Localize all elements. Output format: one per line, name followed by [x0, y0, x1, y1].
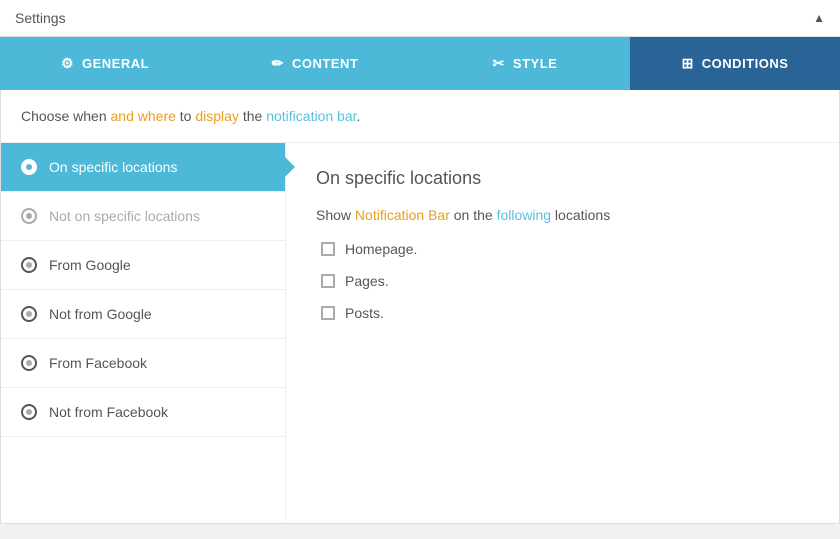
checkbox-item-pages[interactable]: Pages. — [321, 273, 809, 289]
tab-content[interactable]: ✏ CONTENT — [210, 37, 420, 90]
desc-middle: to — [176, 108, 195, 124]
checkbox-pages[interactable] — [321, 274, 335, 288]
show-following: following — [497, 207, 551, 223]
checkbox-homepage[interactable] — [321, 242, 335, 256]
desc-prefix: Choose when — [21, 108, 111, 124]
sidebar-label-from-google: From Google — [49, 257, 131, 273]
tab-style[interactable]: ✂ STYLE — [420, 37, 630, 90]
tab-content-label: CONTENT — [292, 56, 358, 71]
gear-icon: ⚙ — [61, 55, 74, 72]
desc-display: display — [195, 108, 239, 124]
radio-not-from-facebook — [21, 404, 37, 420]
sidebar: On specific locations Not on specific lo… — [1, 143, 286, 523]
sidebar-item-not-from-facebook[interactable]: Not from Facebook — [1, 388, 285, 437]
collapse-arrow[interactable]: ▲ — [813, 11, 825, 25]
scissors-icon: ✂ — [493, 55, 505, 72]
tab-style-label: STYLE — [513, 56, 557, 71]
tab-conditions-label: CONDITIONS — [702, 56, 789, 71]
sidebar-item-from-facebook[interactable]: From Facebook — [1, 339, 285, 388]
desc-period: . — [357, 108, 361, 124]
checkbox-list: Homepage. Pages. Posts. — [321, 241, 809, 321]
desc-suffix: the — [239, 108, 266, 124]
radio-from-facebook — [21, 355, 37, 371]
sidebar-label-not-from-facebook: Not from Facebook — [49, 404, 168, 420]
sidebar-item-not-specific-locations[interactable]: Not on specific locations — [1, 192, 285, 241]
content-panel: On specific locations Show Notification … — [286, 143, 839, 523]
sidebar-label-from-facebook: From Facebook — [49, 355, 147, 371]
sidebar-item-not-from-google[interactable]: Not from Google — [1, 290, 285, 339]
desc-and-where: and where — [111, 108, 176, 124]
panel-title: On specific locations — [316, 168, 809, 189]
show-text: Show Notification Bar on the following l… — [316, 207, 809, 223]
conditions-body: On specific locations Not on specific lo… — [1, 143, 839, 523]
tab-general-label: GENERAL — [82, 56, 149, 71]
settings-title: Settings — [15, 10, 66, 26]
sidebar-item-specific-locations[interactable]: On specific locations — [1, 143, 285, 192]
settings-header: Settings ▲ — [0, 0, 840, 37]
checkbox-posts[interactable] — [321, 306, 335, 320]
main-content: Choose when and where to display the not… — [0, 90, 840, 524]
show-prefix: Show — [316, 207, 355, 223]
pencil-icon: ✏ — [272, 55, 284, 72]
sidebar-label-not-specific-locations: Not on specific locations — [49, 208, 200, 224]
radio-from-google — [21, 257, 37, 273]
tab-conditions[interactable]: ⊞ CONDITIONS — [630, 37, 840, 90]
sidebar-label-not-from-google: Not from Google — [49, 306, 152, 322]
sidebar-item-from-google[interactable]: From Google — [1, 241, 285, 290]
show-middle: on the — [450, 207, 497, 223]
show-notification-bar: Notification Bar — [355, 207, 450, 223]
checkbox-label-posts: Posts. — [345, 305, 384, 321]
checkbox-label-pages: Pages. — [345, 273, 389, 289]
show-suffix: locations — [551, 207, 610, 223]
tab-bar: ⚙ GENERAL ✏ CONTENT ✂ STYLE ⊞ CONDITIONS — [0, 37, 840, 90]
radio-not-from-google — [21, 306, 37, 322]
sidebar-label-specific-locations: On specific locations — [49, 159, 177, 175]
checkbox-item-posts[interactable]: Posts. — [321, 305, 809, 321]
radio-not-specific-locations — [21, 208, 37, 224]
checkbox-label-homepage: Homepage. — [345, 241, 417, 257]
checkbox-item-homepage[interactable]: Homepage. — [321, 241, 809, 257]
description-bar: Choose when and where to display the not… — [1, 90, 839, 143]
radio-specific-locations — [21, 159, 37, 175]
tab-general[interactable]: ⚙ GENERAL — [0, 37, 210, 90]
grid-icon: ⊞ — [682, 55, 694, 72]
desc-link[interactable]: notification bar — [266, 108, 356, 124]
